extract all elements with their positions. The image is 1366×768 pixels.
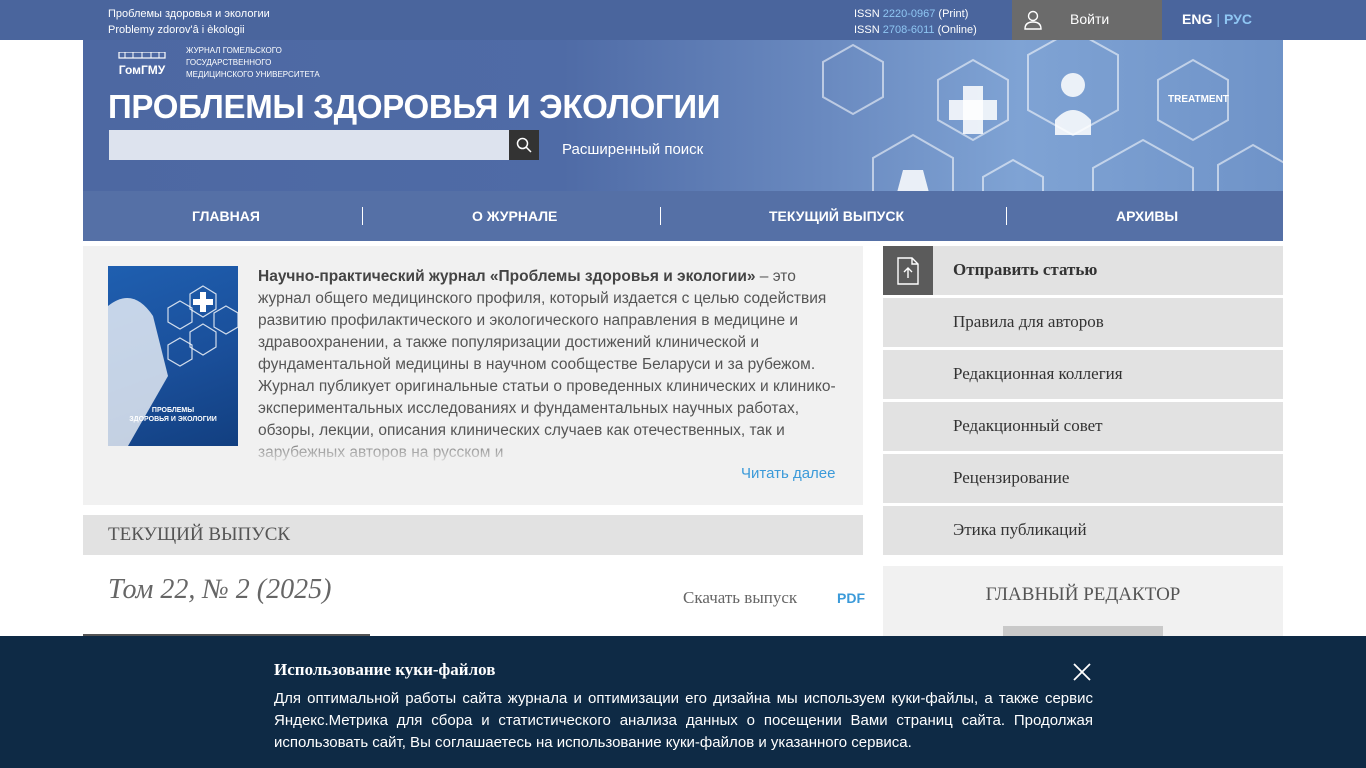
issn-info: ISSN 2220-0967 (Print) ISSN 2708-6011 (O…: [854, 6, 977, 38]
nav-divider: [660, 207, 661, 225]
sidebar-item-submit-article[interactable]: Отправить статью: [883, 246, 1283, 295]
current-issue-heading: Текущий выпуск: [108, 524, 291, 545]
sidebar-item-author-rules[interactable]: Правила для авторов: [883, 298, 1283, 347]
nav-divider: [1006, 207, 1007, 225]
university-line1: ЖУРНАЛ ГОМЕЛЬСКОГО: [186, 46, 282, 55]
site-name-ru[interactable]: Проблемы здоровья и экологии: [108, 6, 270, 22]
logo-text: ГомГМУ: [119, 63, 166, 77]
deco-treatment-label: TREATMENT: [1168, 94, 1229, 105]
header-banner: TREATMENT ГомГМУ ЖУРНАЛ ГОМЕЛЬСКОГО ГОСУ…: [83, 40, 1283, 191]
read-more-link[interactable]: Читать далее: [741, 465, 835, 482]
nav-item-current-issue[interactable]: Текущий выпуск: [769, 208, 904, 224]
advanced-search-link[interactable]: Расширенный поиск: [562, 141, 703, 158]
sidebar-item-label: Правила для авторов: [953, 312, 1104, 331]
lang-eng[interactable]: ENG: [1182, 11, 1212, 27]
lang-rus[interactable]: РУС: [1224, 11, 1252, 27]
chief-editor-heading: Главный редактор: [985, 584, 1181, 605]
nav-item-home[interactable]: Главная: [192, 208, 260, 224]
university-logo[interactable]: ГомГМУ: [113, 52, 171, 80]
nav-item-about[interactable]: О журнале: [472, 208, 557, 224]
close-icon[interactable]: [1071, 661, 1093, 683]
sidebar-item-editorial-council[interactable]: Редакционный совет: [883, 402, 1283, 451]
journal-about: ПРОБЛЕМЫ ЗДОРОВЬЯ И ЭКОЛОГИИ Научно-прак…: [83, 246, 863, 505]
current-issue-header: Текущий выпуск: [83, 515, 863, 555]
issn-online-kind: (Online): [937, 24, 977, 36]
university-line2: ГОСУДАРСТВЕННОГО: [186, 58, 272, 67]
login-label: Войти: [1070, 11, 1110, 27]
about-lead: Научно-практический журнал «Проблемы здо…: [258, 268, 756, 285]
site-name-lat[interactable]: Problemy zdorov'â i èkologii: [108, 22, 270, 38]
cookie-text: Для оптимальной работы сайта журнала и о…: [274, 690, 1093, 751]
lang-separator: |: [1216, 11, 1220, 27]
search-input[interactable]: [109, 130, 509, 160]
cookie-title: Использование куки-файлов: [274, 660, 496, 679]
login-button[interactable]: Войти: [1012, 0, 1162, 40]
issn-online-number[interactable]: 2708-6011: [883, 24, 935, 36]
university-line3: МЕДИЦИНСКОГО УНИВЕРСИТЕТА: [186, 70, 320, 79]
about-fade: [258, 436, 840, 466]
issn-print-label: ISSN: [854, 8, 880, 20]
sidebar-item-label: Редакционный совет: [953, 416, 1103, 435]
search-icon: [516, 137, 532, 153]
sidebar-item-label: Редакционная коллегия: [953, 364, 1123, 383]
main-nav: Главная О журнале Текущий выпуск Архивы: [83, 191, 1283, 241]
chief-editor-block: Главный редактор: [883, 566, 1283, 646]
cover-illustration: ПРОБЛЕМЫ ЗДОРОВЬЯ И ЭКОЛОГИИ: [108, 285, 238, 446]
user-icon: [1024, 10, 1042, 30]
download-issue-label: Скачать выпуск: [683, 588, 798, 607]
top-bar: Проблемы здоровья и экологии Problemy zd…: [0, 0, 1366, 40]
issn-print-kind: (Print): [938, 8, 969, 20]
site-names: Проблемы здоровья и экологии Problemy zd…: [108, 6, 270, 38]
cookie-banner: Использование куки-файлов Для оптимально…: [0, 636, 1366, 768]
university-name: ЖУРНАЛ ГОМЕЛЬСКОГО ГОСУДАРСТВЕННОГО МЕДИ…: [186, 45, 320, 81]
site-title[interactable]: ПРОБЛЕМЫ ЗДОРОВЬЯ И ЭКОЛОГИИ: [108, 88, 720, 126]
issue-title[interactable]: Том 22, № 2 (2025): [108, 574, 331, 606]
about-text: Научно-практический журнал «Проблемы здо…: [258, 266, 840, 464]
search-button[interactable]: [509, 130, 539, 160]
sidebar-item-publication-ethics[interactable]: Этика публикаций: [883, 506, 1283, 555]
document-upload-icon: [897, 256, 919, 285]
about-body: – это журнал общего медицинского профиля…: [258, 268, 836, 461]
journal-cover-image[interactable]: ПРОБЛЕМЫ ЗДОРОВЬЯ И ЭКОЛОГИИ: [108, 266, 238, 446]
sidebar-item-editorial-board[interactable]: Редакционная коллегия: [883, 350, 1283, 399]
language-switcher: ENG | РУС: [1182, 11, 1252, 27]
issn-online-label: ISSN: [854, 24, 880, 36]
submit-icon-box: [883, 246, 933, 295]
sidebar-item-label: Этика публикаций: [953, 520, 1087, 539]
nav-item-archives[interactable]: Архивы: [1116, 208, 1178, 224]
sidebar-item-peer-review[interactable]: Рецензирование: [883, 454, 1283, 503]
pdf-download-link[interactable]: PDF: [837, 590, 865, 606]
nav-divider: [362, 207, 363, 225]
cover-title-line1: ПРОБЛЕМЫ: [152, 407, 194, 414]
cover-title-line2: ЗДОРОВЬЯ И ЭКОЛОГИИ: [129, 416, 217, 423]
sidebar-item-label: Отправить статью: [953, 260, 1098, 279]
sidebar-item-label: Рецензирование: [953, 468, 1070, 487]
issn-print-number[interactable]: 2220-0967: [883, 8, 936, 20]
